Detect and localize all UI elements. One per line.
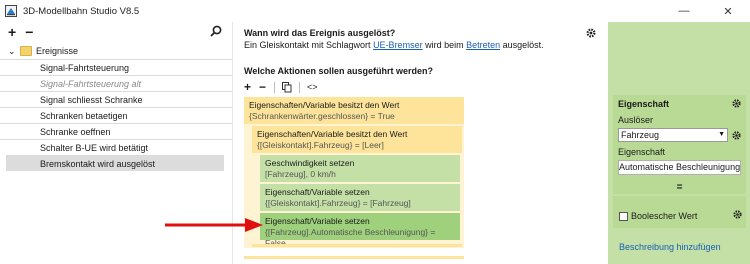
folder-icon — [20, 46, 32, 56]
remove-action-button[interactable]: − — [259, 81, 266, 93]
trigger-select[interactable]: Fahrzeug ▼ — [618, 128, 728, 142]
gear-icon[interactable] — [731, 98, 742, 109]
tree-folder-ereignisse[interactable]: ⌄ Ereignisse — [0, 43, 232, 59]
property-input[interactable]: Automatische Beschleunigung — [618, 160, 741, 175]
keyword-link[interactable]: UE-Bremser — [373, 40, 423, 50]
action-detail: [Fahrzeug], 0 km/h — [265, 169, 336, 179]
toolbar-separator — [299, 81, 301, 93]
divider — [613, 194, 746, 196]
chevron-down-icon[interactable]: ⌄ — [8, 46, 20, 57]
code-view-button[interactable]: <> — [307, 82, 318, 92]
tree-item[interactable]: Schranke oeffnen — [0, 123, 232, 139]
action-detail: {[Gleiskontakt].Fahrzeug} = [Fahrzeug] — [265, 198, 411, 208]
chevron-down-icon: ▼ — [718, 131, 725, 138]
event-editor-pane: Wann wird das Ereignis ausgelöst? Ein Gl… — [233, 22, 607, 264]
action-condition-block[interactable]: Eigenschaften/Variable besitzt den Wert … — [252, 126, 462, 153]
condition-end-bar — [244, 256, 464, 259]
action-title: Eigenschaften/Variable besitzt den Wert — [249, 100, 400, 110]
action-title: Geschwindigkeit setzen — [265, 158, 355, 168]
card-header: Eigenschaft — [618, 99, 670, 109]
action-title: Eigenschaft/Variable setzen — [265, 216, 370, 226]
trigger-description: Ein Gleiskontakt mit Schlagwort UE-Brems… — [244, 40, 544, 50]
property-pane: Eigenschaft Auslöser Fahrzeug ▼ Eigensch… — [608, 22, 750, 264]
trigger-label: Auslöser — [618, 115, 654, 125]
gear-icon[interactable] — [585, 27, 597, 39]
trigger-question: Wann wird das Ereignis ausgelöst? — [244, 28, 396, 38]
trigger-mode-link[interactable]: Betreten — [466, 40, 500, 50]
action-detail: {[Gleiskontakt].Fahrzeug} = [Leer] — [257, 140, 384, 150]
add-action-button[interactable]: + — [244, 81, 251, 93]
tree-item[interactable]: Signal-Fahrtsteuerung alt — [0, 75, 232, 91]
bool-label: Boolescher Wert — [631, 211, 698, 221]
tree-item[interactable]: Schalter B-UE wird betätigt — [0, 139, 232, 155]
action-block-selected[interactable]: Eigenschaft/Variable setzen {[Fahrzeug].… — [260, 213, 460, 248]
bool-checkbox[interactable] — [619, 212, 628, 221]
actions-question: Welche Aktionen sollen ausgeführt werden… — [244, 66, 434, 76]
action-block[interactable]: Geschwindigkeit setzen [Fahrzeug], 0 km/… — [260, 155, 460, 182]
desc-text: wird beim — [422, 40, 467, 50]
property-card: Eigenschaft Auslöser Fahrzeug ▼ Eigensch… — [613, 95, 746, 228]
gear-icon[interactable] — [732, 209, 743, 220]
action-title: Eigenschaft/Variable setzen — [265, 187, 370, 197]
red-arrow-annotation — [165, 218, 263, 232]
add-event-button[interactable]: + — [8, 25, 16, 39]
action-detail: {Schrankenwärter.geschlossen} = True — [249, 111, 395, 121]
minimize-button[interactable]: — — [662, 0, 706, 22]
tree-toolbar: + − — [0, 22, 232, 42]
actions-toolbar: + − <> — [244, 79, 326, 95]
add-description-link[interactable]: Beschreibung hinzufügen — [619, 242, 721, 252]
app-icon — [5, 5, 17, 17]
desc-text: Ein Gleiskontakt mit Schlagwort — [244, 40, 374, 50]
action-title: Eigenschaften/Variable besitzt den Wert — [257, 129, 408, 139]
close-button[interactable]: ✕ — [706, 0, 750, 22]
action-block[interactable]: Eigenschaft/Variable setzen {[Gleiskonta… — [260, 184, 460, 211]
property-label: Eigenschaft — [618, 147, 666, 157]
remove-event-button[interactable]: − — [25, 25, 33, 39]
tree-item[interactable]: Schranken betaetigen — [0, 107, 232, 123]
action-condition-block[interactable]: Eigenschaften/Variable besitzt den Wert … — [244, 97, 464, 124]
title-bar: 3D-Modellbahn Studio V8.5 — [0, 0, 750, 22]
desc-text: ausgelöst. — [500, 40, 544, 50]
tree-item[interactable]: Signal schliesst Schranke — [0, 91, 232, 107]
window-title: 3D-Modellbahn Studio V8.5 — [23, 5, 140, 17]
search-icon[interactable] — [210, 25, 222, 37]
tree-item-selected[interactable]: Bremskontakt wird ausgelöst — [6, 155, 224, 171]
equals-operator: = — [676, 182, 683, 193]
trigger-select-value: Fahrzeug — [621, 130, 660, 140]
event-tree: ⌄ Ereignisse Signal-Fahrtsteuerung Signa… — [0, 43, 232, 171]
condition-end-bar — [252, 244, 462, 247]
copy-icon[interactable] — [282, 81, 292, 93]
gear-icon[interactable] — [731, 130, 742, 141]
tree-item[interactable]: Signal-Fahrtsteuerung — [0, 59, 232, 75]
folder-label: Ereignisse — [36, 46, 79, 56]
toolbar-separator — [274, 81, 276, 93]
